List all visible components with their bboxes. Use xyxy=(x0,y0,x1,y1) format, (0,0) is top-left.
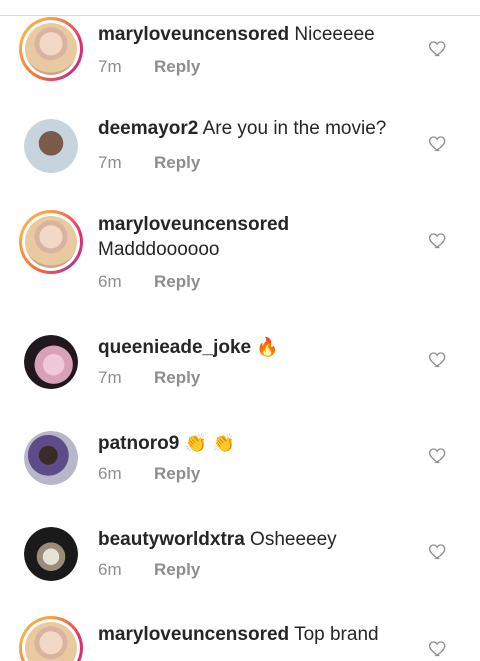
avatar[interactable] xyxy=(19,616,83,661)
clap-emoji: 👏 👏 xyxy=(184,433,236,454)
reply-button[interactable]: Reply xyxy=(154,368,200,387)
reply-button[interactable]: Reply xyxy=(154,272,200,291)
comment-username[interactable]: deemayor2 xyxy=(98,118,198,139)
comment-time: 7m xyxy=(98,368,122,387)
comment-meta: 7m Reply xyxy=(98,57,200,77)
comment-text: patnoro9 👏 👏 xyxy=(98,431,418,456)
comment-text: queenieade_joke 🔥 xyxy=(98,335,418,360)
avatar[interactable] xyxy=(24,119,78,173)
comment-meta: 6m Reply xyxy=(98,560,200,580)
comment-body: Top brand xyxy=(294,624,379,645)
comment-time: 6m xyxy=(98,272,122,291)
comment-body: Are you in the movie? xyxy=(202,118,387,139)
comment-text: maryloveuncensored Top brand xyxy=(98,622,418,647)
heart-outline-icon[interactable] xyxy=(428,133,448,153)
reply-button[interactable]: Reply xyxy=(154,560,200,579)
comment-meta: 7m Reply xyxy=(98,368,200,388)
comment-username[interactable]: patnoro9 xyxy=(98,433,179,454)
reply-button[interactable]: Reply xyxy=(154,57,200,76)
heart-outline-icon[interactable] xyxy=(428,38,448,58)
heart-outline-icon[interactable] xyxy=(428,230,448,250)
comment-time: 6m xyxy=(98,560,122,579)
avatar[interactable] xyxy=(24,335,78,389)
comment-username[interactable]: maryloveuncensored xyxy=(98,24,289,45)
comment-body: Osheeeey xyxy=(250,529,337,550)
comment-body: Madddoooooo xyxy=(98,239,220,260)
avatar[interactable] xyxy=(24,431,78,485)
heart-outline-icon[interactable] xyxy=(428,445,448,465)
avatar[interactable] xyxy=(19,17,83,81)
comment-meta: 7m Reply xyxy=(98,153,200,173)
comment-username[interactable]: beautyworldxtra xyxy=(98,529,245,550)
comment-meta: 6m Reply xyxy=(98,464,200,484)
comment-time: 7m xyxy=(98,153,122,172)
fire-emoji: 🔥 xyxy=(256,337,279,358)
avatar[interactable] xyxy=(24,527,78,581)
reply-button[interactable]: Reply xyxy=(154,153,200,172)
comment-username[interactable]: maryloveuncensored xyxy=(98,214,289,235)
comment-body: Niceeeee xyxy=(294,24,375,45)
heart-outline-icon[interactable] xyxy=(428,638,448,658)
comment-text: maryloveuncensored Madddoooooo xyxy=(98,212,418,262)
comment-username[interactable]: maryloveuncensored xyxy=(98,624,289,645)
comment-text: beautyworldxtra Osheeeey xyxy=(98,527,418,552)
avatar[interactable] xyxy=(19,210,83,274)
comment-meta: 6m Reply xyxy=(98,272,200,292)
comment-text: maryloveuncensored Niceeeee xyxy=(98,22,418,47)
comment-username[interactable]: queenieade_joke xyxy=(98,337,251,358)
heart-outline-icon[interactable] xyxy=(428,541,448,561)
heart-outline-icon[interactable] xyxy=(428,349,448,369)
top-divider xyxy=(0,0,480,16)
reply-button[interactable]: Reply xyxy=(154,464,200,483)
comment-text: deemayor2 Are you in the movie? xyxy=(98,116,418,141)
comment-time: 6m xyxy=(98,464,122,483)
comment-time: 7m xyxy=(98,57,122,76)
